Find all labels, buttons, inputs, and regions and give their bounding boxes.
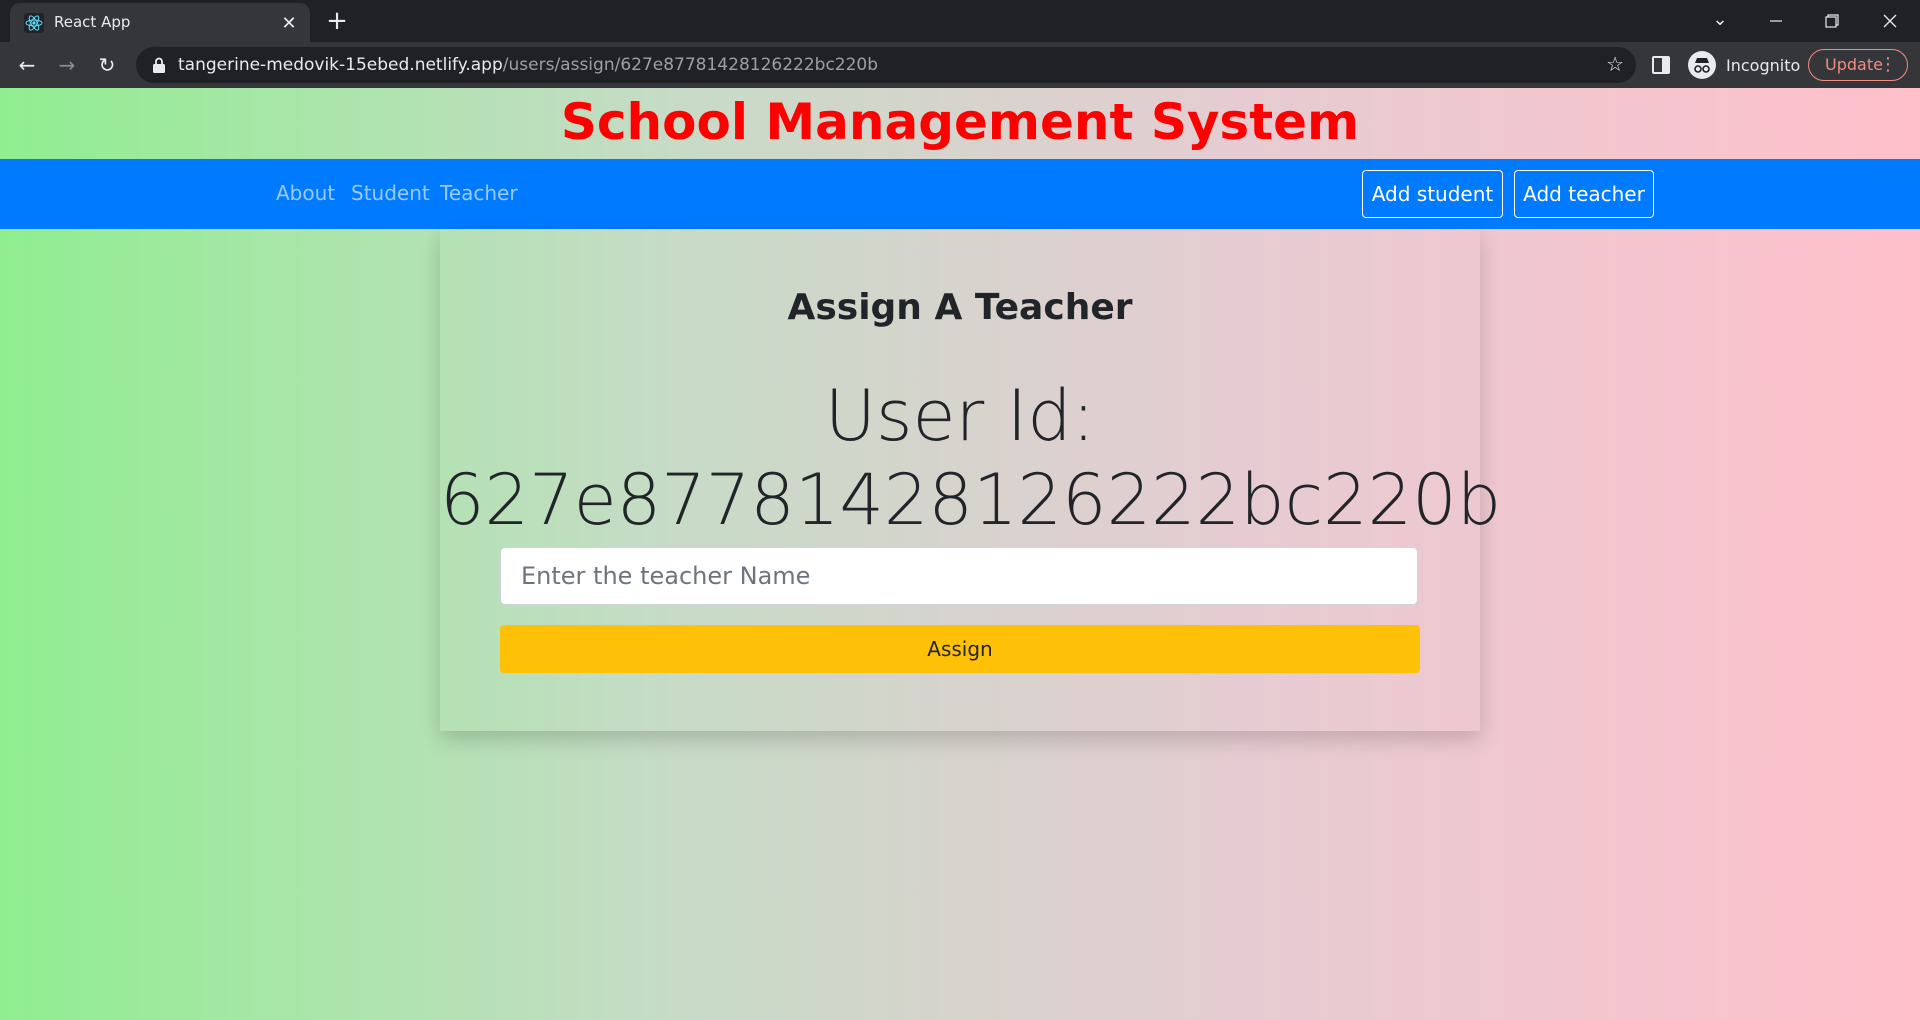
- browser-tab[interactable]: React App ✕: [10, 3, 310, 42]
- nav-link-student[interactable]: Student: [351, 181, 430, 205]
- card-heading: Assign A Teacher: [787, 287, 1133, 328]
- url-text[interactable]: tangerine-medovik-15ebed.netlify.app/use…: [178, 55, 878, 75]
- assign-teacher-card: Assign A Teacher User Id: 627e8778142812…: [440, 229, 1502, 731]
- nav-link-teacher[interactable]: Teacher: [440, 181, 518, 205]
- back-arrow-icon[interactable]: ←: [12, 50, 42, 80]
- page-content: School Management System About Student T…: [0, 88, 1920, 1020]
- url-host: tangerine-medovik-15ebed.netlify.app: [178, 55, 503, 75]
- browser-toolbar: ← → ↻ tangerine-medovik-15ebed.netlify.a…: [0, 42, 1920, 88]
- lock-icon: [153, 57, 165, 73]
- chevron-down-icon[interactable]: ⌄: [1692, 0, 1748, 42]
- main-navbar: About Student Teacher Add student Add te…: [0, 159, 1920, 229]
- browser-tab-bar: React App ✕ + ⌄: [0, 0, 1920, 42]
- nav-link-about[interactable]: About: [276, 181, 335, 205]
- window-close-icon[interactable]: [1862, 0, 1918, 42]
- react-favicon: [24, 13, 44, 33]
- forward-arrow-icon[interactable]: →: [52, 50, 82, 80]
- update-button[interactable]: Update ⋮: [1808, 49, 1908, 81]
- plus-icon[interactable]: +: [324, 8, 350, 35]
- incognito-indicator[interactable]: Incognito: [1688, 50, 1800, 80]
- more-vert-icon[interactable]: ⋮: [1879, 50, 1897, 80]
- incognito-icon: [1688, 51, 1716, 79]
- star-icon[interactable]: ☆: [1606, 52, 1624, 76]
- user-id-label: User Id:: [824, 375, 1096, 457]
- address-bar[interactable]: tangerine-medovik-15ebed.netlify.app/use…: [136, 47, 1636, 83]
- side-panel-icon[interactable]: [1652, 56, 1670, 74]
- teacher-name-input[interactable]: [500, 547, 1418, 605]
- url-path: /users/assign/627e87781428126222bc220b: [502, 55, 879, 75]
- tab-title: React App: [54, 13, 131, 31]
- user-id-display: User Id: 627e87781428126222bc220b: [440, 374, 1502, 542]
- add-teacher-button[interactable]: Add teacher: [1514, 170, 1654, 218]
- page-title: School Management System: [560, 93, 1360, 151]
- assign-button[interactable]: Assign: [500, 625, 1420, 673]
- user-id-value: 627e87781428126222bc220b: [440, 459, 1502, 541]
- reload-icon[interactable]: ↻: [92, 50, 122, 80]
- incognito-label: Incognito: [1726, 55, 1801, 75]
- restore-icon[interactable]: [1804, 0, 1860, 42]
- close-icon[interactable]: ✕: [278, 12, 300, 34]
- minimize-icon[interactable]: [1748, 0, 1804, 42]
- add-student-button[interactable]: Add student: [1362, 170, 1503, 218]
- update-label: Update: [1825, 55, 1883, 74]
